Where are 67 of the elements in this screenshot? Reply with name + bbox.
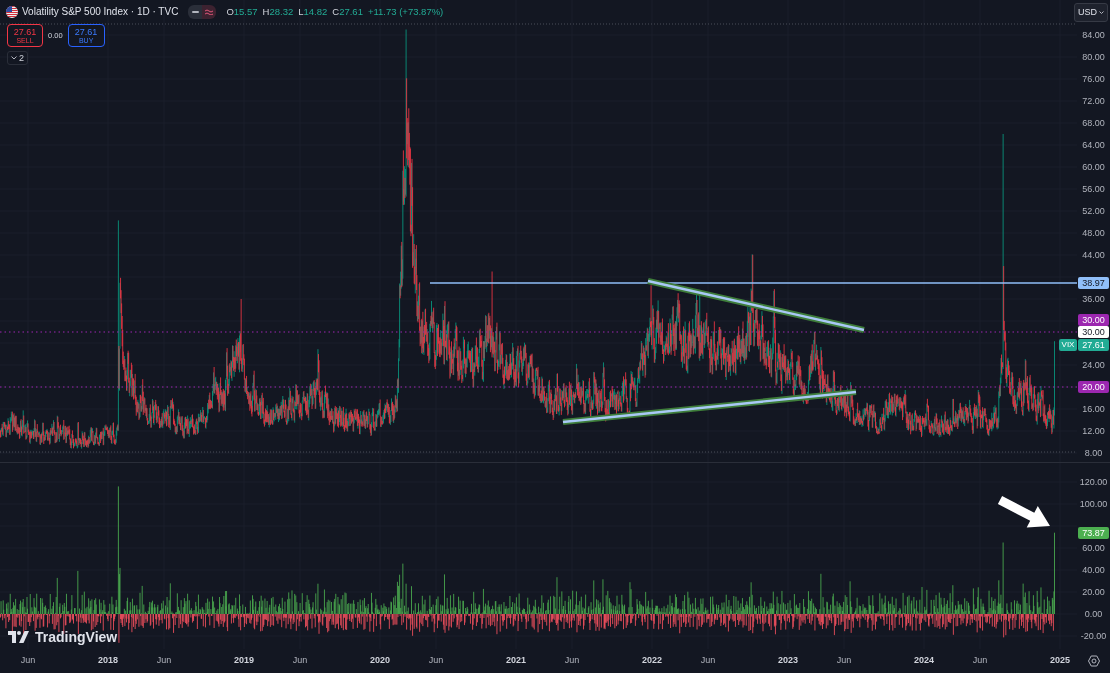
- time-label: Jun: [564, 654, 580, 666]
- indicators-toggle-button[interactable]: 2: [7, 51, 28, 65]
- price-tick-label: 44.00: [1081, 249, 1106, 261]
- currency-dropdown[interactable]: USD: [1074, 3, 1108, 22]
- price-tick-label: 52.00: [1081, 205, 1106, 217]
- price-tick-label: 72.00: [1081, 95, 1106, 107]
- price-tick-label: 60.00: [1081, 161, 1106, 173]
- annotation-arrow: [997, 496, 1050, 528]
- indicator-tick-label: 0.00: [1083, 608, 1104, 620]
- time-label: 2024: [914, 654, 934, 666]
- price-label: 27.61: [1078, 339, 1109, 351]
- price-tick-label: 24.00: [1081, 359, 1106, 371]
- indicator-tick-label: 40.00: [1081, 564, 1106, 576]
- price-label: 30.00: [1078, 314, 1109, 326]
- brand-name: TradingView: [35, 629, 118, 645]
- price-tick-label: 12.00: [1081, 425, 1106, 437]
- flag-icon: [6, 6, 18, 18]
- ohlc-value: O15.57: [226, 5, 258, 19]
- price-label: 73.87: [1078, 527, 1109, 539]
- time-label: 2018: [98, 654, 118, 666]
- price-tick-label: 16.00: [1081, 403, 1106, 415]
- time-label: Jun: [20, 654, 36, 666]
- price-tick-label: 68.00: [1081, 117, 1106, 129]
- time-label: 2019: [234, 654, 254, 666]
- price-label: 30.00: [1078, 326, 1109, 338]
- wave-icon: [205, 9, 214, 15]
- chevron-down-icon: [11, 56, 17, 60]
- time-label: Jun: [156, 654, 172, 666]
- symbol-title[interactable]: Volatility S&P 500 Index · 1D · TVC: [22, 5, 179, 19]
- price-tick-label: 84.00: [1081, 29, 1106, 41]
- price-label: 20.00: [1078, 381, 1109, 393]
- time-label: 2023: [778, 654, 798, 666]
- time-label: Jun: [836, 654, 852, 666]
- price-tick-label: 80.00: [1081, 51, 1106, 63]
- ohlc-value: H28.32: [262, 5, 294, 19]
- indicator-tick-label: -20.00: [1079, 630, 1108, 642]
- caret-icon: [1099, 11, 1104, 14]
- time-label: Jun: [972, 654, 988, 666]
- change-value: +11.73 (+73.87%): [367, 5, 444, 19]
- minus-icon: [191, 11, 199, 13]
- price-tick-label: 36.00: [1081, 293, 1106, 305]
- price-tick-label: 76.00: [1081, 73, 1106, 85]
- indicator-tick-label: 100.00: [1078, 498, 1109, 510]
- indicator-tick-label: 20.00: [1081, 586, 1106, 598]
- ohlc-value: C27.61: [332, 5, 363, 19]
- source-button[interactable]: [202, 5, 217, 19]
- time-label: Jun: [428, 654, 444, 666]
- price-label: 38.97: [1078, 277, 1109, 289]
- trend-line[interactable]: [647, 278, 865, 333]
- time-label: 2025: [1050, 654, 1070, 666]
- time-label: Jun: [700, 654, 716, 666]
- indicator-tick-label: 120.00: [1078, 476, 1109, 488]
- time-label: Jun: [292, 654, 308, 666]
- logo-icon: [8, 631, 29, 643]
- price-tick-label: 64.00: [1081, 139, 1106, 151]
- price-tick-label: 48.00: [1081, 227, 1106, 239]
- settings-icon[interactable]: [1087, 655, 1100, 667]
- price-tick-label: 8.00: [1083, 447, 1104, 459]
- time-label: 2020: [370, 654, 390, 666]
- hide-button[interactable]: [188, 5, 203, 19]
- trend-line[interactable]: [562, 389, 857, 425]
- time-label: 2021: [506, 654, 526, 666]
- time-label: 2022: [642, 654, 662, 666]
- symbol-label: VIX: [1059, 339, 1077, 351]
- indicator-tick-label: 60.00: [1081, 542, 1106, 554]
- price-tick-label: 56.00: [1081, 183, 1106, 195]
- ohlc-value: L14.82: [298, 5, 328, 19]
